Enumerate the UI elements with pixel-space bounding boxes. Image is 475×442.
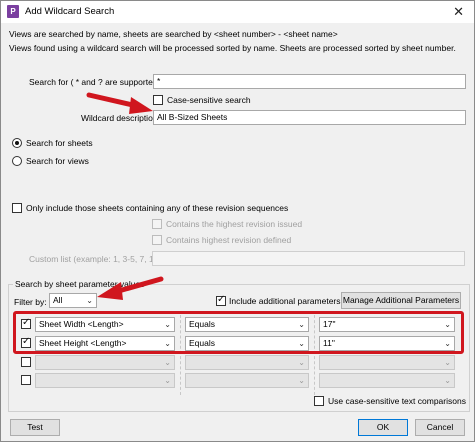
param-row-3-checkbox[interactable] [21, 357, 31, 367]
case-sensitive-text-checkbox[interactable] [314, 396, 324, 406]
radio-selected-dot [15, 141, 19, 145]
highest-revision-defined-checkbox[interactable] [152, 235, 162, 245]
search-for-input[interactable]: * [153, 74, 466, 89]
app-icon: P [7, 5, 19, 18]
annotation-highlight-box [13, 311, 464, 354]
only-include-revisions-checkbox[interactable] [12, 203, 22, 213]
test-button[interactable]: Test [10, 419, 60, 436]
highest-revision-issued-checkbox[interactable] [152, 219, 162, 229]
chevron-down-icon: ⌄ [298, 358, 305, 367]
search-sheets-radio[interactable] [12, 138, 22, 148]
chevron-down-icon: ⌄ [444, 358, 451, 367]
cancel-button[interactable]: Cancel [415, 419, 465, 436]
highest-revision-issued-label: Contains the highest revision issued [166, 219, 303, 229]
check-icon: ✓ [217, 294, 226, 305]
chevron-down-icon: ⌄ [164, 376, 171, 385]
chevron-down-icon: ⌄ [298, 376, 305, 385]
case-sensitive-text-label: Use case-sensitive text comparisons [328, 396, 466, 406]
ok-button[interactable]: OK [358, 419, 408, 436]
chevron-down-icon: ⌄ [444, 376, 451, 385]
annotation-arrow-icon [97, 276, 164, 300]
manage-additional-params-button[interactable]: Manage Additional Parameters [341, 292, 461, 309]
custom-list-label: Custom list (example: 1, 3-5, 7, 10-) [29, 254, 165, 264]
close-icon[interactable]: ✕ [453, 4, 464, 20]
param-row-3-value-select[interactable]: ⌄ [319, 355, 455, 370]
add-wildcard-search-dialog: P Add Wildcard Search ✕ Views are search… [0, 0, 475, 442]
filter-by-label: Filter by: [14, 297, 47, 307]
include-additional-params-label: Include additional parameters [229, 296, 341, 306]
info-line-2: Views found using a wildcard search will… [9, 43, 456, 53]
chevron-down-icon: ⌄ [86, 296, 93, 305]
info-line-1: Views are searched by name, sheets are s… [9, 29, 338, 39]
param-row-3-parameter-select[interactable]: ⌄ [35, 355, 175, 370]
window-title: Add Wildcard Search [25, 6, 115, 17]
search-views-label: Search for views [26, 156, 89, 166]
chevron-down-icon: ⌄ [164, 358, 171, 367]
search-sheets-label: Search for sheets [26, 138, 93, 148]
include-additional-params-checkbox[interactable]: ✓ [216, 294, 226, 306]
param-row-4-value-select[interactable]: ⌄ [319, 373, 455, 388]
search-for-label: Search for ( * and ? are supported): [29, 77, 163, 87]
filter-by-select[interactable]: All ⌄ [49, 293, 97, 308]
annotation-arrow-icon [86, 92, 153, 114]
case-sensitive-label: Case-sensitive search [167, 95, 251, 105]
custom-list-input[interactable] [152, 251, 465, 266]
param-row-3-operator-select[interactable]: ⌄ [185, 355, 309, 370]
param-row-4-parameter-select[interactable]: ⌄ [35, 373, 175, 388]
wildcard-description-input[interactable]: All B-Sized Sheets [153, 110, 466, 125]
highest-revision-defined-label: Contains highest revision defined [166, 235, 292, 245]
filter-by-value: All [53, 295, 63, 305]
only-include-revisions-label: Only include those sheets containing any… [26, 203, 289, 213]
search-views-radio[interactable] [12, 156, 22, 166]
param-row-4-checkbox[interactable] [21, 375, 31, 385]
param-row-4-operator-select[interactable]: ⌄ [185, 373, 309, 388]
title-bar: P Add Wildcard Search ✕ [1, 1, 474, 23]
